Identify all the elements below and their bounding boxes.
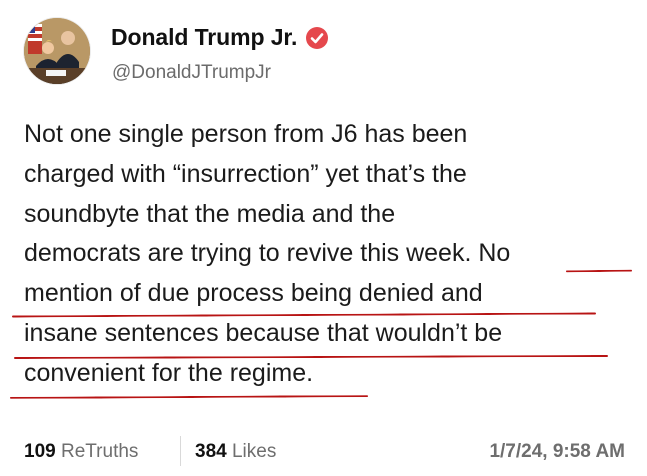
post-line: charged with “insurrection” yet that’s t… bbox=[24, 159, 467, 188]
annotation-underline bbox=[9, 395, 369, 399]
display-name[interactable]: Donald Trump Jr. bbox=[111, 24, 297, 51]
post-header: Donald Trump Jr. @DonaldJTrumpJr bbox=[24, 18, 624, 86]
post-line: mention of due process being denied and bbox=[24, 279, 483, 308]
likes-count: 384 bbox=[195, 441, 227, 462]
post-line: soundbyte that the media and the bbox=[24, 199, 396, 228]
likes-label: Likes bbox=[231, 441, 277, 462]
verified-badge-icon bbox=[305, 26, 329, 50]
post-line: Not one single person from J6 has been bbox=[24, 120, 468, 148]
post-line: convenient for the regime. bbox=[24, 358, 314, 387]
retruths-stat[interactable]: 109 ReTruths bbox=[24, 437, 138, 467]
post-line: insane sentences because that wouldn’t b… bbox=[24, 318, 503, 347]
retruths-label: ReTruths bbox=[60, 441, 139, 462]
post-body: Not one single person from J6 has been c… bbox=[24, 115, 634, 394]
name-row: Donald Trump Jr. bbox=[111, 24, 329, 51]
post-timestamp[interactable]: 1/7/24, 9:58 AM bbox=[489, 437, 625, 467]
user-handle[interactable]: @DonaldJTrumpJr bbox=[112, 62, 271, 84]
retruths-count: 109 bbox=[24, 441, 56, 462]
likes-stat[interactable]: 384 Likes bbox=[195, 437, 276, 467]
avatar[interactable] bbox=[24, 18, 90, 84]
stats-divider bbox=[180, 436, 181, 466]
post-line: democrats are trying to revive this week… bbox=[24, 239, 511, 268]
